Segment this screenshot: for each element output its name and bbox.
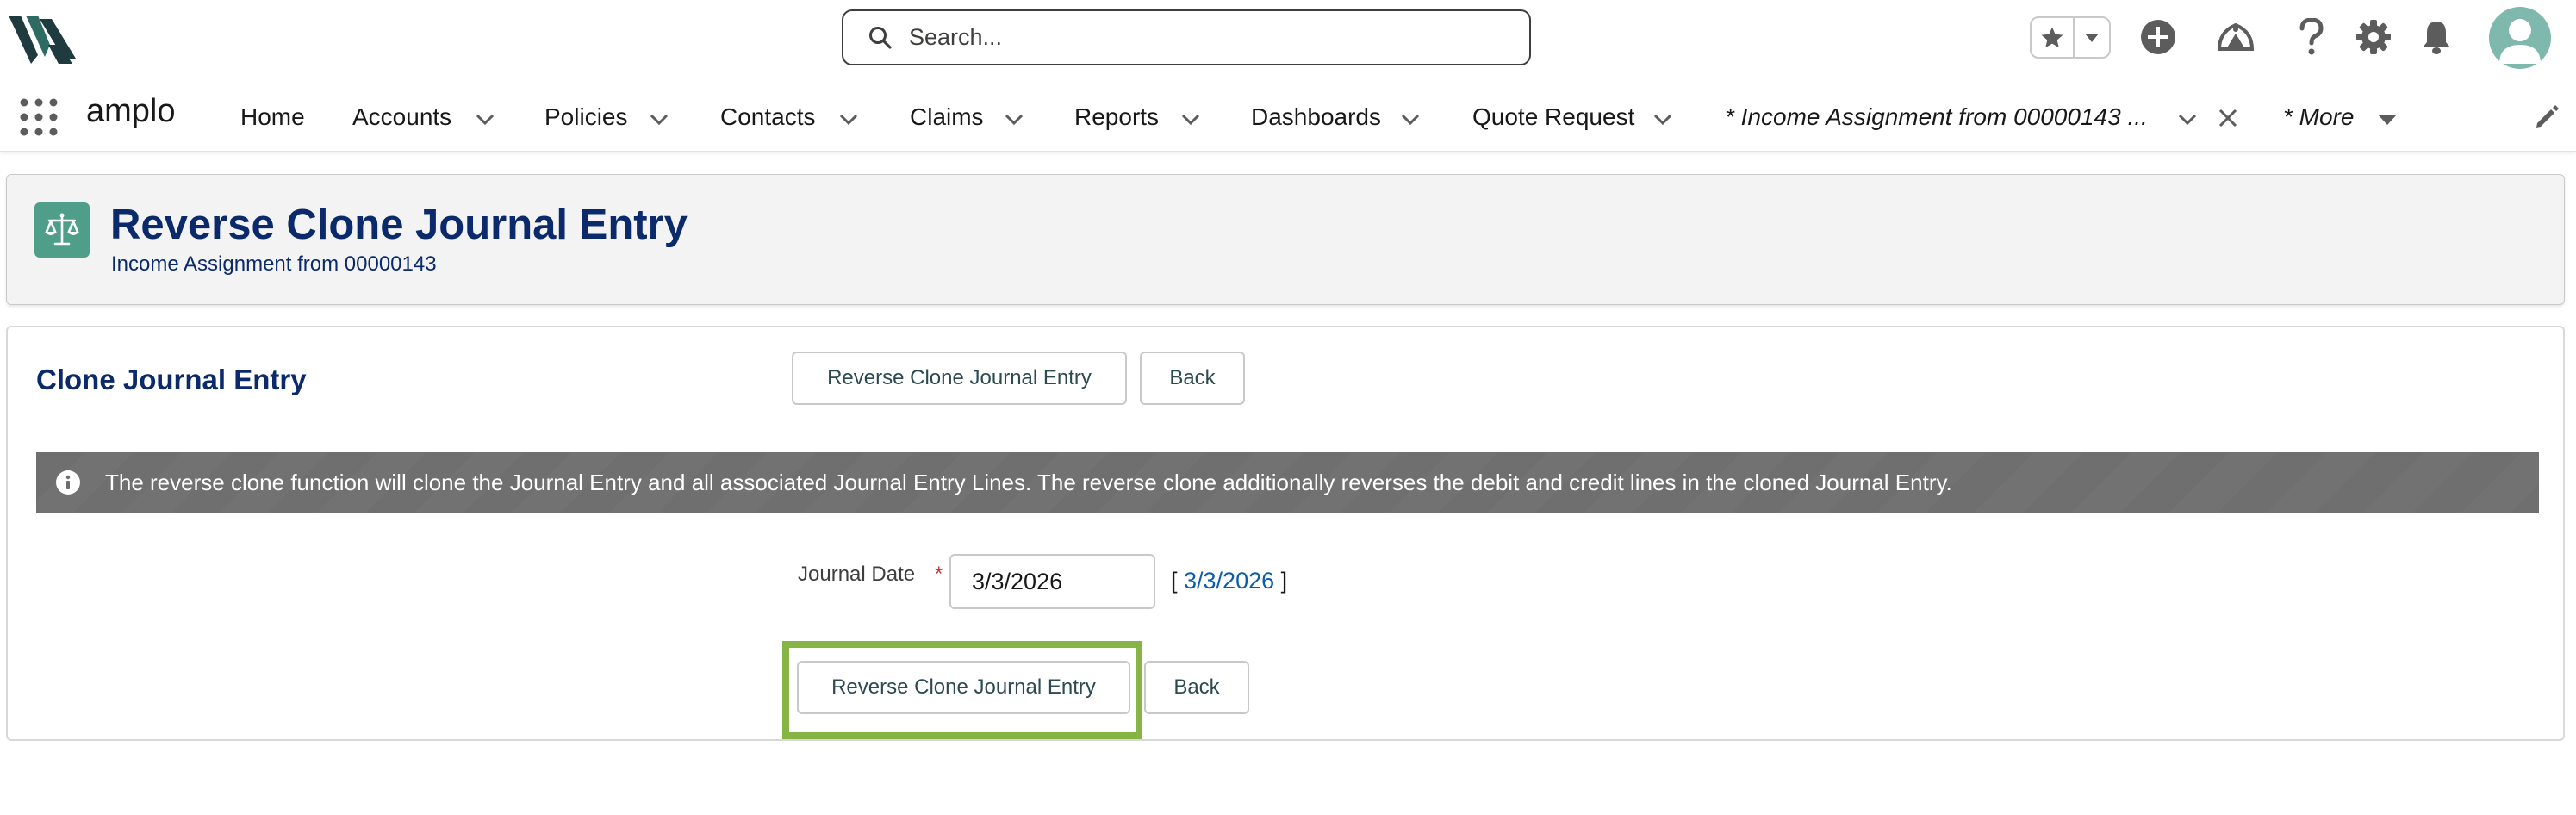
today-date-link[interactable]: 3/3/2026	[1184, 568, 1274, 594]
help-icon[interactable]	[2290, 16, 2333, 59]
favorites-dropdown-icon[interactable]	[2075, 18, 2109, 57]
journal-date-label: Journal Date	[798, 563, 916, 586]
search-icon	[869, 26, 892, 49]
notifications-bell-icon[interactable]	[2415, 16, 2458, 59]
trailhead-icon[interactable]	[2214, 16, 2257, 59]
page-subtitle: Income Assignment from 00000143	[111, 252, 437, 276]
caret-down-icon[interactable]	[2374, 107, 2400, 133]
info-icon	[55, 470, 81, 495]
nav-item-claims[interactable]: Claims	[910, 103, 984, 131]
search-placeholder: Search...	[909, 24, 1003, 50]
journal-date-input[interactable]	[949, 554, 1155, 609]
page-title: Reverse Clone Journal Entry	[110, 202, 688, 248]
back-button-bottom[interactable]: Back	[1144, 661, 1249, 714]
section-title: Clone Journal Entry	[36, 364, 307, 395]
nav-item-contacts[interactable]: Contacts	[720, 103, 816, 131]
reverse-clone-button-top[interactable]: Reverse Clone Journal Entry	[792, 352, 1127, 405]
chevron-down-icon[interactable]	[1650, 107, 1676, 133]
setup-gear-icon[interactable]	[2352, 16, 2395, 59]
today-bracket-open: [	[1171, 568, 1185, 594]
info-message: The reverse clone function will clone th…	[105, 469, 1952, 495]
page-header: Reverse Clone Journal Entry Income Assig…	[6, 174, 2565, 305]
required-marker: *	[935, 563, 943, 586]
nav-item-accounts[interactable]: Accounts	[352, 103, 451, 131]
scales-icon	[34, 202, 90, 258]
chevron-down-icon[interactable]	[1178, 107, 1204, 133]
favorites-star-icon[interactable]	[2032, 18, 2075, 57]
nav-item-quote-request[interactable]: Quote Request	[1472, 103, 1634, 131]
info-banner: The reverse clone function will clone th…	[36, 452, 2539, 513]
app-launcher-icon[interactable]	[19, 97, 59, 137]
nav-item-home[interactable]: Home	[240, 103, 305, 131]
app-name: amplo	[86, 93, 176, 129]
nav-item-policies[interactable]: Policies	[544, 103, 627, 131]
user-avatar-icon[interactable]	[2489, 7, 2551, 69]
edit-pencil-icon[interactable]	[2532, 103, 2561, 132]
global-actions-add-icon[interactable]	[2137, 16, 2180, 59]
today-bracket-close: ]	[1274, 568, 1288, 594]
journal-date-today: [ 3/3/2026 ]	[1171, 568, 1287, 594]
nav-more[interactable]: * More	[2283, 103, 2354, 131]
global-header: Search...	[0, 0, 2576, 78]
favorites-button-group	[2030, 16, 2111, 59]
chevron-down-icon[interactable]	[646, 107, 672, 133]
close-icon[interactable]	[2214, 104, 2242, 132]
nav-tab-income-assignment[interactable]: * Income Assignment from 00000143 ...	[1725, 103, 2148, 131]
chevron-down-icon[interactable]	[472, 107, 498, 133]
clone-journal-entry-card: Clone Journal Entry Reverse Clone Journa…	[6, 326, 2565, 741]
nav-item-dashboards[interactable]: Dashboards	[1251, 103, 1381, 131]
chevron-down-icon[interactable]	[2175, 107, 2200, 133]
nav-item-reports[interactable]: Reports	[1074, 103, 1159, 131]
amplo-logo-icon[interactable]	[9, 10, 81, 64]
back-button-top[interactable]: Back	[1140, 352, 1245, 405]
global-search-input[interactable]: Search...	[842, 9, 1531, 65]
chevron-down-icon[interactable]	[1397, 107, 1423, 133]
chevron-down-icon[interactable]	[836, 107, 862, 133]
navigation-bar: amplo Home Accounts Policies Contacts Cl…	[0, 86, 2576, 152]
reverse-clone-button-bottom[interactable]: Reverse Clone Journal Entry	[797, 661, 1130, 714]
chevron-down-icon[interactable]	[1001, 107, 1027, 133]
